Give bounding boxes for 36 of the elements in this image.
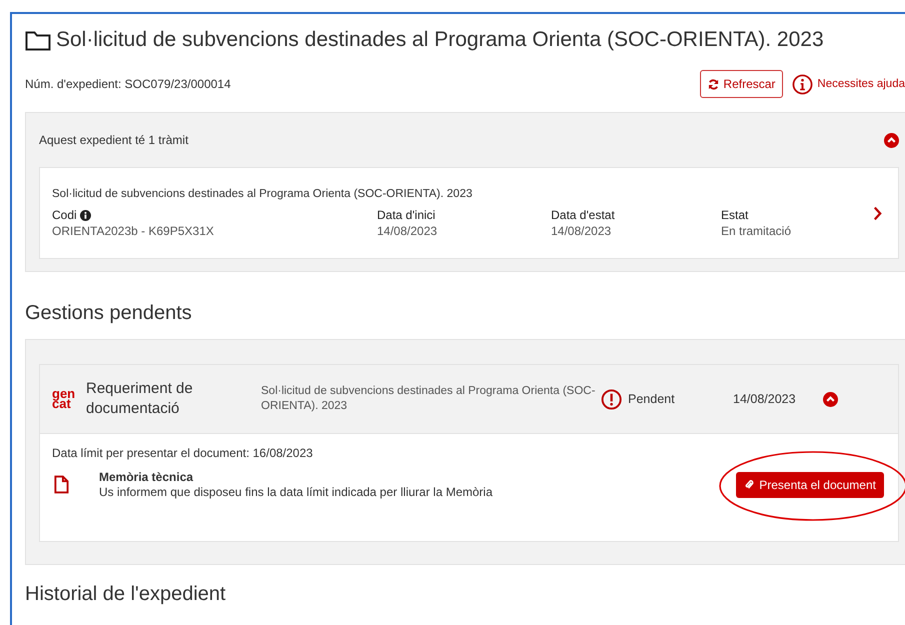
chevron-right-icon <box>873 206 882 220</box>
info-icon <box>80 210 91 220</box>
deadline-text: Data límit per presentar el document: 16/08/2023 <box>52 446 314 460</box>
folder-icon <box>25 29 51 51</box>
status-text: Pendent <box>628 392 675 406</box>
document-title: Memòria tècnica <box>99 470 194 484</box>
request-name: Requeriment de documentació <box>86 379 194 419</box>
field-value: 14/08/2023 <box>377 224 438 238</box>
field-label: Estat <box>721 208 748 222</box>
submit-document-button[interactable]: Presenta el document <box>736 472 884 498</box>
section-heading: Historial de l'expedient <box>25 583 227 606</box>
field-label: Data d'inici <box>377 208 436 222</box>
info-icon <box>792 74 814 94</box>
date-text: 14/08/2023 <box>733 392 797 406</box>
document-description: Us informem que disposeu fins la data límit indicada per lliurar la Memòria <box>99 485 494 499</box>
refresh-button[interactable]: Refrescar <box>700 70 784 98</box>
collapse-icon[interactable] <box>823 392 838 406</box>
procedure-card[interactable]: Sol·licitud de subvencions destinades al Programa Orienta (SOC-ORIENTA). 2023 Codi ORIENTA2023b - K69P5X31X Data d'inici 14/08/2023 Data d'estat 14/08/2023 Estat En tramitació <box>39 167 899 259</box>
field-label: Codi <box>52 208 77 222</box>
logo: gen cat <box>52 389 76 409</box>
warning-icon <box>601 388 622 410</box>
collapse-icon[interactable] <box>884 132 899 148</box>
field-label: Data d'estat <box>551 208 615 222</box>
paperclip-icon <box>744 479 754 490</box>
procedure-title: Sol·licitud de subvencions destinades al Programa Orienta (SOC-ORIENTA). 2023 <box>52 188 474 200</box>
section-heading: Gestions pendents <box>25 302 193 325</box>
refresh-icon <box>708 78 720 90</box>
field-value: 14/08/2023 <box>551 224 612 238</box>
page-title: Sol·licitud de subvencions destinades al Programa Orienta (SOC-ORIENTA). 2023 <box>56 28 824 52</box>
field-value: ORIENTA2023b - K69P5X31X <box>52 224 215 238</box>
panel-heading: Aquest expedient té 1 tràmit <box>39 133 188 147</box>
file-number: Núm. d'expedient: SOC079/23/000014 <box>25 77 231 91</box>
document-icon <box>54 475 69 494</box>
field-value: En tramitació <box>721 224 792 238</box>
help-link[interactable]: Necessites ajuda <box>792 74 905 94</box>
procedure-name: Sol·licitud de subvencions destinades al Programa Orienta (SOC-ORIENTA). 2023 <box>261 384 596 414</box>
